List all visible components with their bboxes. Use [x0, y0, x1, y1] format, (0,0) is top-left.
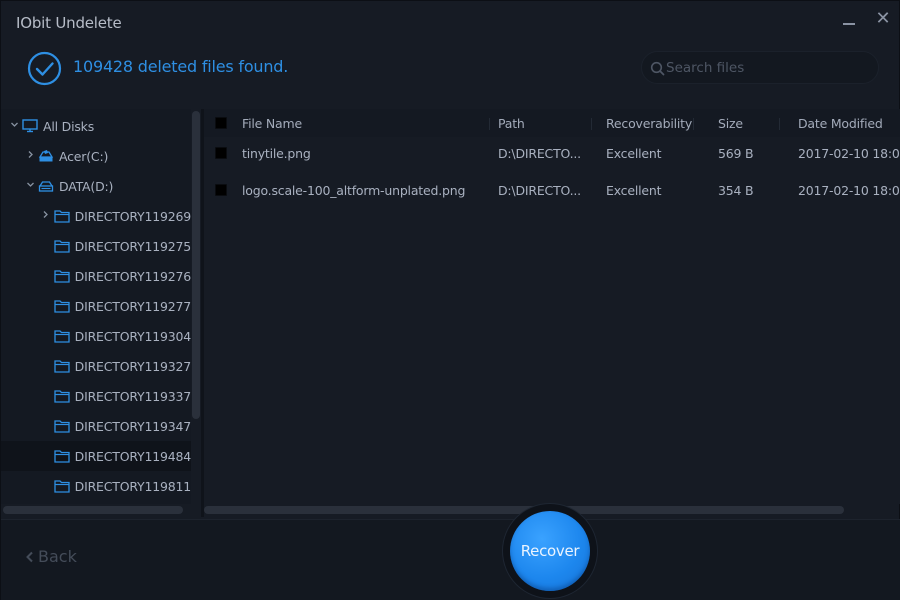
check-circle-icon: [27, 51, 62, 86]
column-separator[interactable]: [489, 118, 490, 130]
tree-item[interactable]: DATA(D:): [1, 171, 191, 201]
tree-item[interactable]: DIRECTORY119276: [1, 261, 191, 291]
column-header-file-name[interactable]: File Name: [242, 116, 302, 131]
row-checkbox[interactable]: [215, 147, 227, 159]
tree-horizontal-scrollbar[interactable]: [3, 506, 183, 514]
tree-item-label: DIRECTORY119347: [74, 418, 191, 434]
tree-item-label: DIRECTORY119327: [74, 358, 191, 374]
folder-icon: [54, 419, 70, 433]
recover-button[interactable]: Recover: [510, 511, 590, 591]
tree-item[interactable]: Acer(C:): [1, 141, 191, 171]
cell-path: D:\DIRECTO...: [498, 183, 581, 198]
cell-date-modified: 2017-02-10 18:06: [798, 183, 900, 198]
tree-item[interactable]: DIRECTORY119269: [1, 201, 191, 231]
minimize-button[interactable]: [839, 9, 859, 29]
folder-icon: [54, 239, 70, 253]
folder-icon: [54, 269, 70, 283]
footer-bar: [1, 520, 900, 600]
tree-vertical-scrollbar-thumb[interactable]: [192, 111, 200, 419]
tree-item-label: Acer(C:): [59, 148, 109, 164]
chevron-left-icon: [26, 551, 33, 562]
tree-item[interactable]: DIRECTORY119327: [1, 351, 191, 381]
folder-icon: [54, 479, 70, 493]
file-table: File Name Path Recoverability Size Date …: [204, 109, 900, 504]
chevron-down-icon[interactable]: [9, 120, 19, 132]
search-icon: [650, 61, 665, 76]
table-row[interactable]: tinytile.png D:\DIRECTO... Excellent 569…: [204, 137, 900, 173]
app-window: IObit Undelete ✕ 109428 deleted files fo…: [0, 0, 900, 600]
scan-result-status: 109428 deleted files found.: [73, 57, 289, 76]
column-separator[interactable]: [779, 118, 780, 130]
monitor-icon: [22, 119, 38, 133]
tree-item-label: DIRECTORY119304: [74, 328, 191, 344]
chevron-right-icon[interactable]: [25, 150, 35, 162]
back-button[interactable]: Back: [25, 547, 77, 566]
cell-size: 354 B: [718, 183, 754, 198]
chevron-right-icon[interactable]: [41, 210, 51, 222]
tree-item[interactable]: DIRECTORY119277: [1, 291, 191, 321]
folder-icon: [54, 209, 70, 223]
column-header-recoverability[interactable]: Recoverability: [606, 116, 692, 131]
cell-file-name: logo.scale-100_altform-unplated.png: [242, 183, 466, 198]
tree-item-label: DIRECTORY119277: [74, 298, 191, 314]
folder-icon: [54, 299, 70, 313]
search-input[interactable]: [666, 56, 866, 80]
cell-size: 569 B: [718, 146, 754, 161]
tree-item-label: DIRECTORY119484: [74, 448, 191, 464]
column-header-size[interactable]: Size: [718, 116, 743, 131]
tree-item-label: DIRECTORY119337: [74, 388, 191, 404]
tree-item-label: DATA(D:): [59, 178, 114, 194]
search-box[interactable]: [641, 51, 879, 84]
tree-item-label: DIRECTORY119276: [74, 268, 191, 284]
tree-item-label: DIRECTORY119269: [74, 208, 191, 224]
folder-icon: [54, 359, 70, 373]
folder-icon: [54, 389, 70, 403]
tree-item-label: DIRECTORY119811: [74, 478, 191, 494]
column-separator[interactable]: [693, 118, 694, 130]
cell-date-modified: 2017-02-10 18:06: [798, 146, 900, 161]
tree-item[interactable]: DIRECTORY119304: [1, 321, 191, 351]
tree-item-label: All Disks: [43, 118, 95, 134]
system-drive-icon: [38, 149, 54, 163]
folder-tree: All Disks Acer(C:) DATA(D:) DIRECTORY119269…: [1, 109, 191, 504]
back-label: Back: [38, 547, 77, 566]
column-header-path[interactable]: Path: [498, 116, 525, 131]
table-header: File Name Path Recoverability Size Date …: [204, 109, 900, 137]
folder-icon: [54, 449, 70, 463]
tree-item-label: DIRECTORY119275: [74, 238, 191, 254]
row-checkbox[interactable]: [215, 184, 227, 196]
column-header-date-modified[interactable]: Date Modified: [798, 116, 883, 131]
chevron-down-icon[interactable]: [25, 180, 35, 192]
table-row[interactable]: logo.scale-100_altform-unplated.png D:\D…: [204, 174, 900, 210]
tree-item[interactable]: DIRECTORY119484: [1, 441, 191, 471]
folder-icon: [54, 329, 70, 343]
cell-file-name: tinytile.png: [242, 146, 311, 161]
column-separator[interactable]: [591, 118, 592, 130]
tree-item[interactable]: DIRECTORY119347: [1, 411, 191, 441]
select-all-checkbox[interactable]: [215, 117, 227, 129]
cell-recoverability: Excellent: [606, 183, 662, 198]
tree-item[interactable]: DIRECTORY119275: [1, 231, 191, 261]
window-title: IObit Undelete: [16, 14, 122, 32]
tree-item[interactable]: DIRECTORY119811: [1, 471, 191, 501]
tree-item[interactable]: DIRECTORY119337: [1, 381, 191, 411]
cell-recoverability: Excellent: [606, 146, 662, 161]
close-button[interactable]: ✕: [873, 9, 893, 29]
cell-path: D:\DIRECTO...: [498, 146, 581, 161]
drive-icon: [38, 179, 54, 193]
tree-item[interactable]: All Disks: [1, 111, 191, 141]
